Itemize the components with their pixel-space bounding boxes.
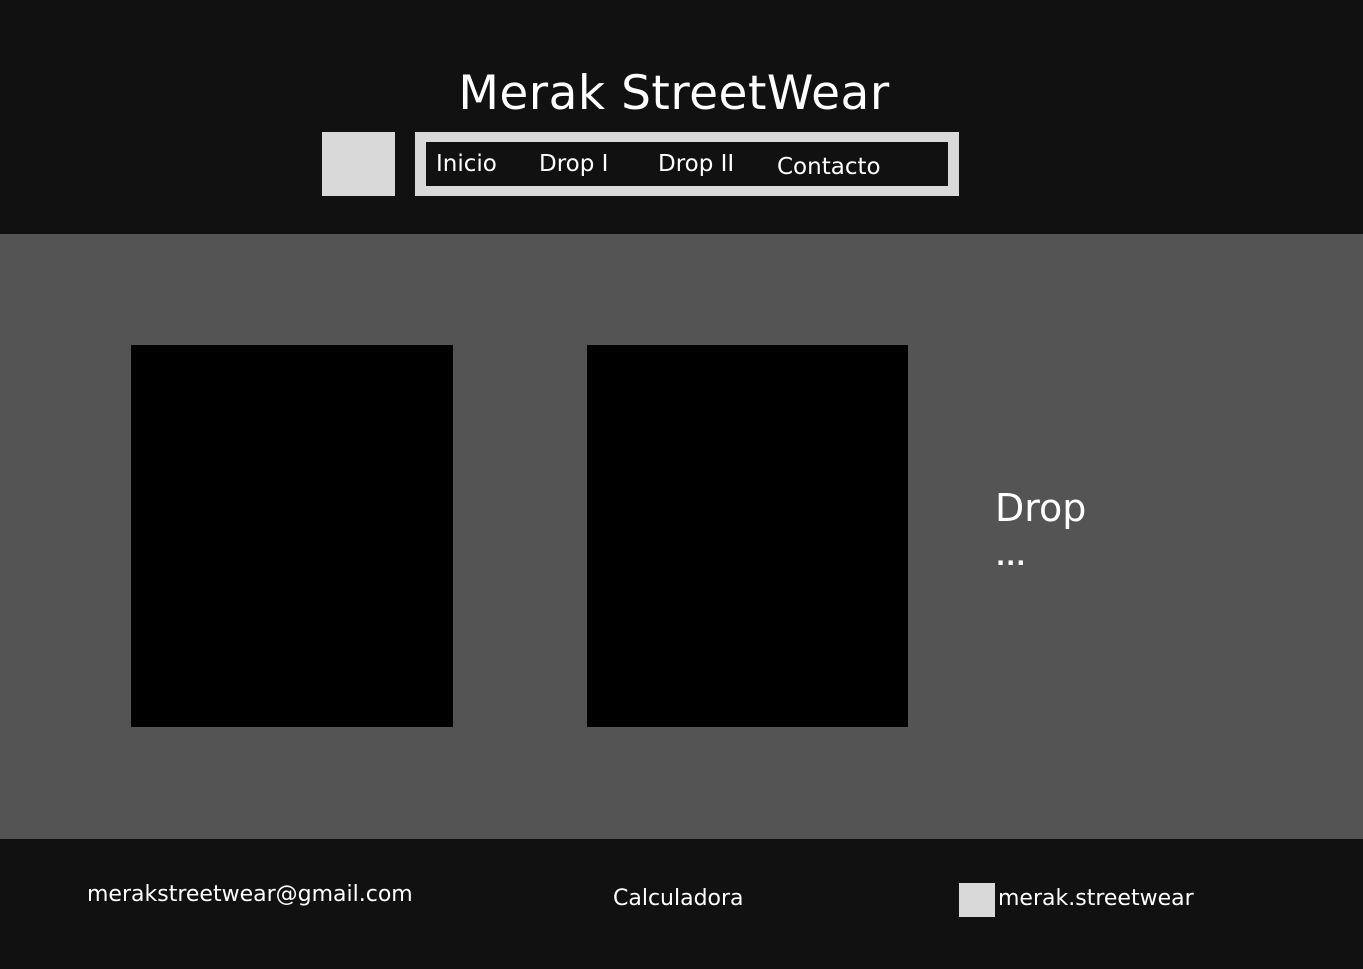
footer-calculator-link[interactable]: Calculadora — [613, 885, 744, 913]
footer-instagram-link[interactable]: merak.streetwear — [998, 885, 1194, 913]
drop-more-ellipsis: ... — [996, 543, 1027, 571]
site-header: Merak StreetWear Inicio Drop I Drop II C… — [0, 0, 1363, 234]
nav-item-drop-1[interactable]: Drop I — [539, 149, 608, 179]
drop-title: Drop — [995, 486, 1087, 530]
nav-item-contacto[interactable]: Contacto — [777, 152, 881, 182]
main-nav: Inicio Drop I Drop II Contacto — [415, 132, 959, 196]
nav-item-drop-2[interactable]: Drop II — [658, 149, 734, 179]
main-content: Drop ... — [0, 234, 1363, 839]
product-image-2[interactable] — [587, 345, 908, 727]
logo-image-placeholder[interactable] — [322, 132, 395, 196]
site-footer: merakstreetwear@gmail.com Calculadora me… — [0, 839, 1363, 969]
nav-bar: Inicio Drop I Drop II Contacto — [426, 142, 948, 186]
nav-item-inicio[interactable]: Inicio — [436, 149, 497, 179]
site-title: Merak StreetWear — [458, 66, 890, 121]
product-image-1[interactable] — [131, 345, 453, 727]
instagram-icon[interactable] — [959, 883, 995, 917]
footer-email-link[interactable]: merakstreetwear@gmail.com — [87, 881, 413, 909]
